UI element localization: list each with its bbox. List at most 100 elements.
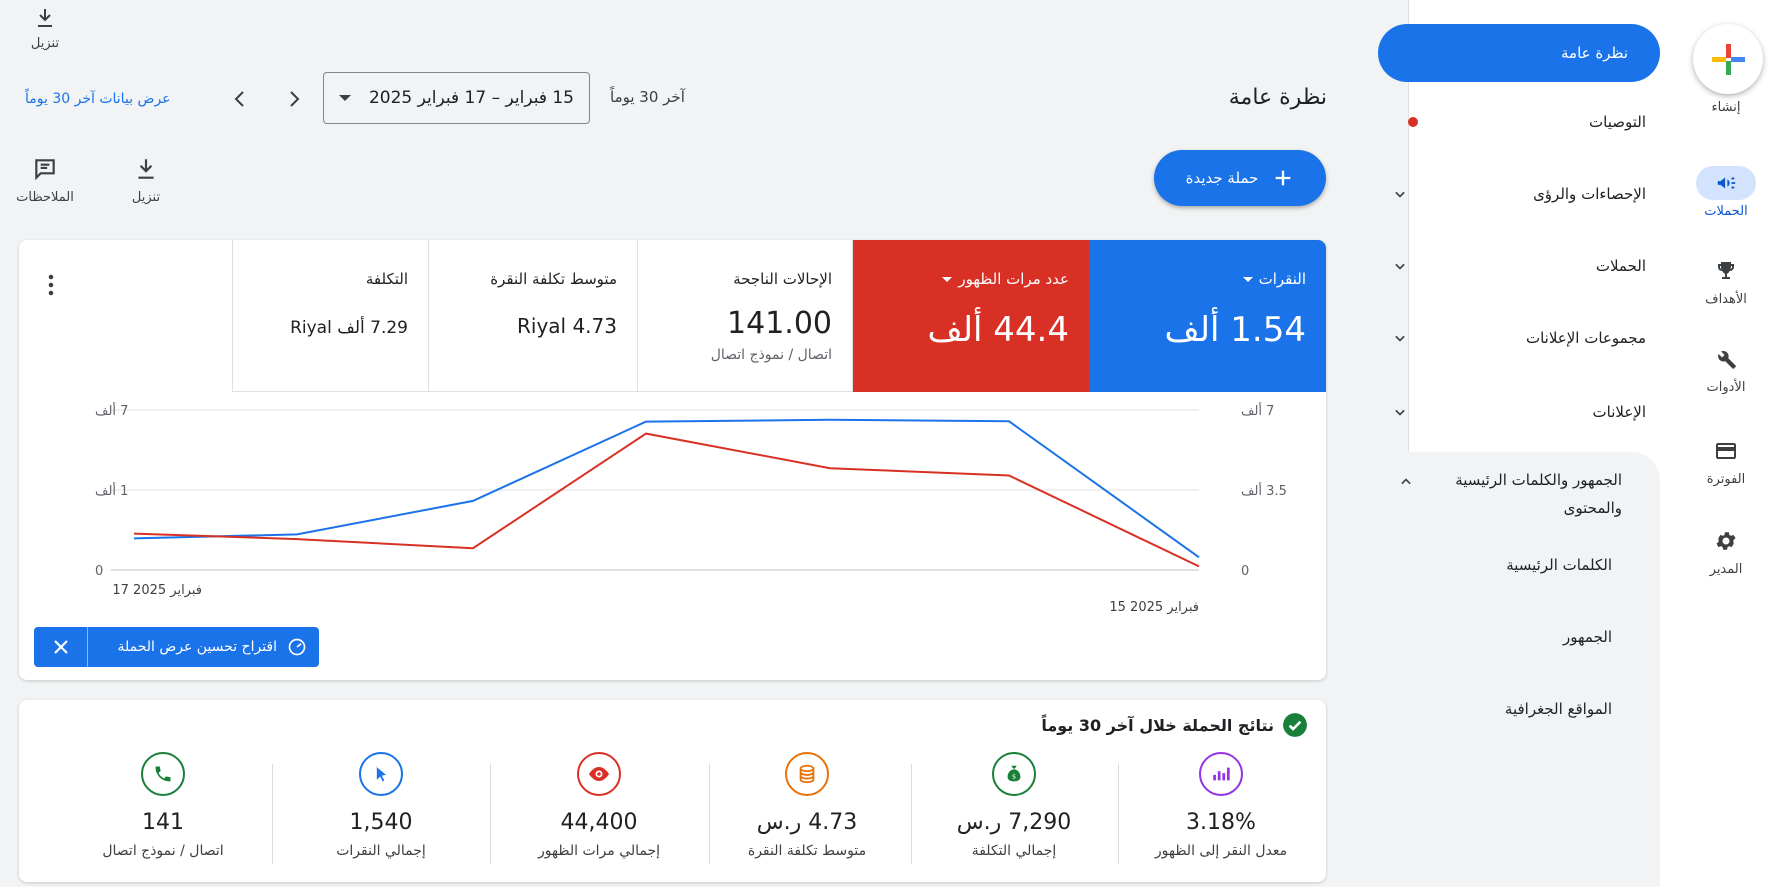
y-axis-right-tick: 0: [1241, 564, 1249, 579]
stat-conversions: 141 اتصال / نموذج اتصال: [58, 752, 268, 859]
rail-item-admin[interactable]: المدير: [1678, 524, 1774, 577]
chevron-up-icon[interactable]: [1396, 472, 1416, 496]
nav-label: الإحصاءات والرؤى: [1533, 185, 1646, 203]
y-axis-left-tick: 0: [95, 564, 103, 579]
y-axis-left-tick: 1 ألف: [95, 482, 128, 499]
metric-clicks[interactable]: النقرات 1.54 ألف: [1089, 240, 1326, 392]
prev-period-chevron-icon[interactable]: [228, 87, 252, 115]
page-title: نظرة عامة: [1228, 85, 1327, 110]
divider: [490, 764, 491, 864]
dropdown-arrow-icon: [942, 276, 953, 282]
nav-label: الحملات: [1595, 257, 1646, 275]
optimization-icon: [288, 638, 306, 656]
divider: [272, 764, 273, 864]
main-content: تنزيل نظرة عامة آخر 30 يوماً 15 فبراير –…: [0, 0, 1364, 887]
x-axis-tick: 17 فبراير 2025: [112, 583, 202, 598]
top-download-button[interactable]: تنزيل: [28, 6, 62, 51]
create-button[interactable]: [1693, 24, 1763, 94]
dropdown-arrow-icon: [338, 95, 351, 101]
chart-series-line: [133, 418, 1200, 559]
nav-item-ads[interactable]: الإعلانات: [1378, 392, 1654, 432]
chevron-down-icon: [1388, 326, 1412, 350]
nav-label: الإعلانات: [1592, 403, 1647, 421]
rail-item-goals[interactable]: الأهداف: [1678, 254, 1774, 307]
notes-icon: [35, 159, 55, 181]
bar-chart-icon: [1213, 767, 1230, 781]
close-icon: [53, 640, 68, 654]
check-circle-icon: [1283, 713, 1307, 737]
y-axis-right-tick: 3.5 ألف: [1241, 482, 1287, 499]
rail-label: الفوترة: [1706, 472, 1746, 487]
suggestion-bar: اقتراح تحسين عرض الحملة: [34, 627, 319, 667]
credit-card-icon: [1716, 443, 1736, 459]
overview-card: النقرات 1.54 ألف عدد مرات الظهور 44.4 أل…: [19, 240, 1326, 680]
view-last-30-days-link[interactable]: عرض بيانات آخر 30 يوماً: [25, 91, 171, 107]
more-options-icon[interactable]: [47, 274, 55, 300]
stat-total-cost: $ 7,290 ر.س إجمالي التكلفة: [909, 752, 1119, 859]
stat-ctr: 3.18% معدل النقر إلى الظهور: [1116, 752, 1326, 859]
date-preset: آخر 30 يوماً: [610, 88, 685, 106]
suggestion-link[interactable]: اقتراح تحسين عرض الحملة: [88, 627, 319, 667]
toolbar-notes-button[interactable]: الملاحظات: [14, 156, 76, 205]
nav-sub-item-audience[interactable]: الجمهور: [1563, 628, 1612, 646]
phone-icon: [155, 766, 171, 782]
metric-subtitle: اتصال / نموذج اتصال: [710, 347, 832, 363]
tools-icon: [1718, 351, 1736, 369]
stat-clicks: 1,540 إجمالي النقرات: [276, 752, 486, 859]
gear-icon: [1716, 532, 1736, 550]
rail-label: الحملات: [1704, 204, 1748, 219]
nav-expanded-panel: الجمهور والكلمات الرئيسية والمحتوى الكلم…: [1368, 452, 1660, 887]
chevron-down-icon: [1388, 254, 1412, 278]
toolbar-download-button[interactable]: تنزيل: [126, 156, 166, 205]
rail-item-billing[interactable]: الفوترة: [1678, 434, 1774, 487]
rail-label: المدير: [1709, 562, 1743, 577]
dropdown-arrow-icon: [1242, 276, 1253, 282]
stat-impressions: 44,400 إجمالي مرات الظهور: [494, 752, 704, 859]
eye-icon: [589, 767, 609, 781]
nav-sub-item-locations[interactable]: المواقع الجغرافية: [1505, 700, 1612, 718]
nav-item-recommendations[interactable]: التوصيات: [1378, 102, 1654, 142]
x-axis-tick: 15 فبراير 2025: [1109, 600, 1199, 615]
nav-drawer: نظرة عامة التوصيات الإحصاءات والرؤى الحم…: [1368, 0, 1678, 887]
nav-item-audience-keywords[interactable]: الجمهور والكلمات الرئيسية والمحتوى: [1422, 466, 1622, 522]
metric-cost[interactable]: التكلفة 7.29 ألف Riyal: [232, 240, 429, 392]
download-icon: [138, 159, 154, 179]
results-title: نتائج الحملة خلال آخر 30 يوماً: [1041, 712, 1308, 738]
nav-item-overview[interactable]: نظرة عامة: [1378, 24, 1660, 82]
megaphone-icon: [1717, 177, 1736, 189]
money-bag-icon: $: [1007, 765, 1021, 782]
rail-item-tools[interactable]: الأدوات: [1678, 342, 1774, 395]
chevron-down-icon: [1388, 182, 1412, 206]
close-suggestion-button[interactable]: [34, 627, 88, 667]
nav-item-ad-groups[interactable]: مجموعات الإعلانات: [1378, 318, 1654, 358]
nav-sub-item-keywords[interactable]: الكلمات الرئيسية: [1506, 556, 1612, 574]
new-campaign-button[interactable]: حملة جديدة: [1154, 150, 1326, 206]
y-axis-left-tick: 7 ألف: [95, 402, 128, 419]
metric-avg-cpc[interactable]: متوسط تكلفة النقرة Riyal 4.73: [429, 240, 638, 392]
metric-value: Riyal 4.73: [517, 314, 617, 338]
metric-value: 7.29 ألف Riyal: [290, 318, 408, 338]
metric-value: 141.00: [727, 306, 832, 341]
metric-value: 44.4 ألف: [927, 310, 1069, 350]
performance-chart: 0 0 1 ألف 3.5 ألف 7 ألف 7 ألف 17 فبراير 2025 15…: [95, 402, 1287, 615]
icon-rail: إنشاء الحملات الأهداف الأدوات الفوترة ال…: [1678, 0, 1774, 887]
plus-icon: [1712, 44, 1745, 75]
chevron-down-icon: [1388, 400, 1412, 424]
cursor-icon: [376, 766, 386, 782]
date-range-picker[interactable]: 15 فبراير – 17 فبراير 2025: [323, 72, 590, 124]
rail-label: الأهداف: [1705, 292, 1747, 307]
nav-item-insights[interactable]: الإحصاءات والرؤى: [1378, 174, 1654, 214]
notification-dot: [1408, 117, 1418, 127]
metric-impressions[interactable]: عدد مرات الظهور 44.4 ألف: [853, 240, 1089, 392]
svg-text:$: $: [1012, 773, 1016, 781]
stat-avg-cpc: 4.73 ر.س متوسط تكلفة النقرة: [702, 752, 912, 859]
plus-icon: [1276, 170, 1291, 186]
next-period-chevron-icon[interactable]: [282, 87, 306, 115]
nav-item-campaigns[interactable]: الحملات: [1378, 246, 1654, 286]
trophy-icon: [1718, 262, 1734, 279]
rail-item-campaigns[interactable]: الحملات: [1678, 166, 1774, 219]
metric-value: 1.54 ألف: [1164, 310, 1306, 350]
rail-label: الأدوات: [1706, 380, 1746, 395]
campaign-results-card: نتائج الحملة خلال آخر 30 يوماً 3.18% معد…: [19, 700, 1326, 882]
metric-conversions[interactable]: الإحالات الناجحة 141.00 اتصال / نموذج ات…: [638, 240, 853, 392]
